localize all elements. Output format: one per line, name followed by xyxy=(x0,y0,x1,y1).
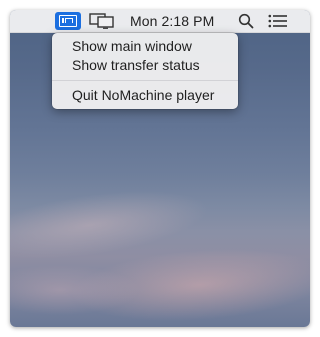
menubar-clock[interactable]: Mon 2:18 PM xyxy=(130,13,214,29)
search-icon[interactable] xyxy=(238,13,254,29)
nomachine-menu: Show main window Show transfer status Qu… xyxy=(52,33,238,109)
menu-item-show-transfer-status[interactable]: Show transfer status xyxy=(52,56,238,75)
nomachine-icon[interactable] xyxy=(55,12,81,30)
menu-item-show-main-window[interactable]: Show main window xyxy=(52,37,238,56)
desktop-screen: Mon 2:18 PM Show main window Show transf… xyxy=(10,10,310,327)
menu-item-quit[interactable]: Quit NoMachine player xyxy=(52,86,238,105)
menu-separator xyxy=(52,80,238,81)
menu-bar: Mon 2:18 PM xyxy=(10,10,310,33)
display-mirror-icon[interactable] xyxy=(89,13,115,29)
desktop-wallpaper-cloud xyxy=(10,265,140,315)
nomachine-logo-glyph xyxy=(59,15,77,27)
notification-center-icon[interactable] xyxy=(268,14,288,28)
